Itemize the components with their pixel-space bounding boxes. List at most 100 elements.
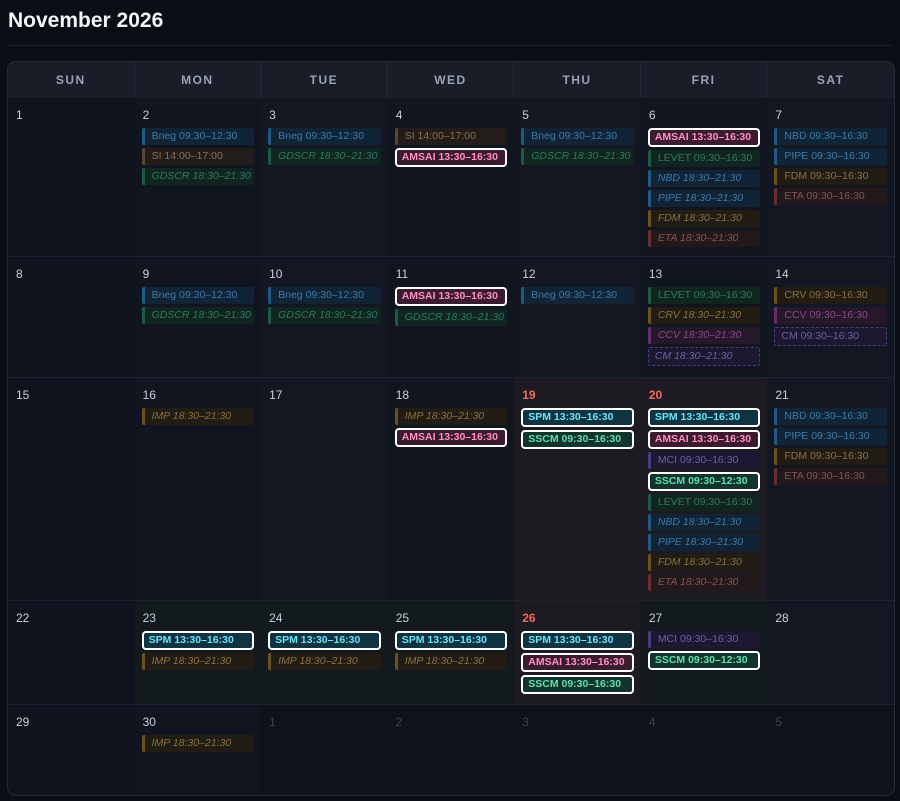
- event-chip[interactable]: PIPE 09:30–16:30: [774, 148, 887, 165]
- event-chip[interactable]: MCI 09:30–16:30: [647, 452, 761, 469]
- day-cell[interactable]: 11 AMSAI 13:30–16:30 GDSCR 18:30–21:30: [387, 257, 515, 377]
- day-cell[interactable]: 8: [8, 257, 135, 377]
- day-cell[interactable]: 7 NBD 09:30–16:30 PIPE 09:30–16:30 FDM 09:3…: [767, 98, 894, 256]
- day-cell[interactable]: 9 Bneg 09:30–12:30 GDSCR 18:30–21:30: [134, 257, 262, 377]
- day-cell[interactable]: 13 LEVET 09:30–16:30 CRV 18:30–21:30 CCV 18…: [640, 257, 768, 377]
- event-chip[interactable]: CCV 18:30–21:30: [647, 327, 761, 344]
- event-chip[interactable]: GDSCR 18:30–21:30: [141, 307, 255, 324]
- event-chip[interactable]: MCI 09:30–16:30: [647, 631, 761, 648]
- day-cell[interactable]: 30 IMP 18:30–21:30: [134, 705, 262, 795]
- day-cell[interactable]: 24 SPM 13:30–16:30 IMP 18:30–21:30: [261, 601, 388, 704]
- event-chip[interactable]: NBD 18:30–21:30: [647, 514, 761, 531]
- day-cell[interactable]: 21 NBD 09:30–16:30 PIPE 09:30–16:30 FDM 09:…: [767, 378, 894, 600]
- day-cell[interactable]: 20 SPM 13:30–16:30 AMSAI 13:30–16:30 MCI 09…: [640, 378, 768, 600]
- day-cell[interactable]: 25 SPM 13:30–16:30 IMP 18:30–21:30: [387, 601, 515, 704]
- event-chip[interactable]: LEVET 09:30–16:30: [647, 150, 761, 167]
- event-chip[interactable]: SI 14:00–17:00: [141, 148, 255, 165]
- day-cell[interactable]: 10 Bneg 09:30–12:30 GDSCR 18:30–21:30: [261, 257, 388, 377]
- event-chip[interactable]: SPM 13:30–16:30: [141, 631, 255, 650]
- event-chip[interactable]: SPM 13:30–16:30: [521, 408, 634, 427]
- day-cell[interactable]: 5 Bneg 09:30–12:30 GDSCR 18:30–21:30: [514, 98, 641, 256]
- event-chip[interactable]: Bneg 09:30–12:30: [268, 287, 381, 304]
- day-cell[interactable]: 28: [767, 601, 894, 704]
- event-chip[interactable]: GDSCR 18:30–21:30: [394, 309, 508, 326]
- event-chip[interactable]: GDSCR 18:30–21:30: [268, 307, 381, 324]
- event-chip[interactable]: SI 14:00–17:00: [394, 128, 508, 145]
- event-chip[interactable]: FDM 09:30–16:30: [774, 168, 887, 185]
- day-cell[interactable]: 22: [8, 601, 135, 704]
- day-cell[interactable]: 1: [8, 98, 135, 256]
- event-chip[interactable]: ETA 09:30–16:30: [774, 468, 887, 485]
- day-cell[interactable]: 5: [767, 705, 894, 795]
- event-chip[interactable]: FDM 18:30–21:30: [647, 210, 761, 227]
- event-chip[interactable]: AMSAI 13:30–16:30: [521, 653, 634, 672]
- event-chip[interactable]: ETA 18:30–21:30: [647, 574, 761, 591]
- event-chip[interactable]: IMP 18:30–21:30: [394, 653, 508, 670]
- event-chip[interactable]: CM 18:30–21:30: [647, 347, 761, 366]
- day-cell[interactable]: 17: [261, 378, 388, 600]
- day-cell[interactable]: 27 MCI 09:30–16:30 SSCM 09:30–12:30: [640, 601, 768, 704]
- event-chip[interactable]: SPM 13:30–16:30: [521, 631, 634, 650]
- event-chip[interactable]: SSCM 09:30–12:30: [647, 472, 761, 491]
- event-chip[interactable]: AMSAI 13:30–16:30: [647, 430, 761, 449]
- event-chip[interactable]: Bneg 09:30–12:30: [141, 128, 255, 145]
- event-chip[interactable]: AMSAI 13:30–16:30: [647, 128, 761, 147]
- event-chip[interactable]: AMSAI 13:30–16:30: [394, 287, 508, 306]
- day-cell[interactable]: 15: [8, 378, 135, 600]
- day-cell[interactable]: 19 SPM 13:30–16:30 SSCM 09:30–16:30: [514, 378, 641, 600]
- day-cell[interactable]: 4: [640, 705, 768, 795]
- day-cell[interactable]: 6 AMSAI 13:30–16:30 LEVET 09:30–16:30 NBD 1…: [640, 98, 768, 256]
- event-chip[interactable]: SPM 13:30–16:30: [647, 408, 761, 427]
- event-chip[interactable]: IMP 18:30–21:30: [141, 408, 255, 425]
- event-chip[interactable]: IMP 18:30–21:30: [141, 653, 255, 670]
- event-chip[interactable]: CCV 09:30–16:30: [774, 307, 887, 324]
- event-chip[interactable]: SPM 13:30–16:30: [394, 631, 508, 650]
- day-cell[interactable]: 26 SPM 13:30–16:30 AMSAI 13:30–16:30 SSCM 0…: [514, 601, 641, 704]
- day-cell[interactable]: 3 Bneg 09:30–12:30 GDSCR 18:30–21:30: [261, 98, 388, 256]
- event-chip[interactable]: CRV 18:30–21:30: [647, 307, 761, 324]
- event-chip[interactable]: FDM 18:30–21:30: [647, 554, 761, 571]
- event-chip[interactable]: IMP 18:30–21:30: [394, 408, 508, 425]
- event-chip[interactable]: SSCM 09:30–12:30: [647, 651, 761, 670]
- day-cell[interactable]: 29: [8, 705, 135, 795]
- event-chip[interactable]: NBD 18:30–21:30: [647, 170, 761, 187]
- event-chip[interactable]: ETA 09:30–16:30: [774, 188, 887, 205]
- event-chip[interactable]: Bneg 09:30–12:30: [141, 287, 255, 304]
- event-chip[interactable]: NBD 09:30–16:30: [774, 408, 887, 425]
- day-cell[interactable]: 16 IMP 18:30–21:30: [134, 378, 262, 600]
- event-chip[interactable]: ETA 18:30–21:30: [647, 230, 761, 247]
- day-cell[interactable]: 23 SPM 13:30–16:30 IMP 18:30–21:30: [134, 601, 262, 704]
- event-chip[interactable]: IMP 18:30–21:30: [141, 735, 255, 752]
- event-chip[interactable]: GDSCR 18:30–21:30: [521, 148, 634, 165]
- event-chip[interactable]: Bneg 09:30–12:30: [521, 128, 634, 145]
- event-chip[interactable]: NBD 09:30–16:30: [774, 128, 887, 145]
- event-chip[interactable]: FDM 09:30–16:30: [774, 448, 887, 465]
- day-cell[interactable]: 18 IMP 18:30–21:30 AMSAI 13:30–16:30: [387, 378, 515, 600]
- day-cell[interactable]: 2 Bneg 09:30–12:30 SI 14:00–17:00 GDSCR 18:…: [134, 98, 262, 256]
- day-cell[interactable]: 12 Bneg 09:30–12:30: [514, 257, 641, 377]
- event-chip[interactable]: PIPE 18:30–21:30: [647, 190, 761, 207]
- day-number: 4: [395, 108, 403, 122]
- day-cell[interactable]: 2: [387, 705, 515, 795]
- event-chip[interactable]: AMSAI 13:30–16:30: [394, 428, 508, 447]
- event-chip[interactable]: CM 09:30–16:30: [774, 327, 887, 346]
- day-cell[interactable]: 1: [261, 705, 388, 795]
- day-cell[interactable]: 4 SI 14:00–17:00 AMSAI 13:30–16:30: [387, 98, 515, 256]
- day-cell[interactable]: 3: [514, 705, 641, 795]
- event-chip[interactable]: SSCM 09:30–16:30: [521, 430, 634, 449]
- event-chip[interactable]: GDSCR 18:30–21:30: [268, 148, 381, 165]
- event-chip[interactable]: IMP 18:30–21:30: [268, 653, 381, 670]
- day-cell[interactable]: 14 CRV 09:30–16:30 CCV 09:30–16:30 CM 09:30…: [767, 257, 894, 377]
- event-chip[interactable]: SPM 13:30–16:30: [268, 631, 381, 650]
- event-chip[interactable]: LEVET 09:30–16:30: [647, 287, 761, 304]
- event-chip[interactable]: PIPE 09:30–16:30: [774, 428, 887, 445]
- event-chip[interactable]: AMSAI 13:30–16:30: [394, 148, 508, 167]
- event-chip[interactable]: LEVET 09:30–16:30: [647, 494, 761, 511]
- event-chip[interactable]: PIPE 18:30–21:30: [647, 534, 761, 551]
- event-chip[interactable]: Bneg 09:30–12:30: [268, 128, 381, 145]
- event-chip[interactable]: SSCM 09:30–16:30: [521, 675, 634, 694]
- weekday-header-wed: WED: [388, 62, 515, 98]
- event-chip[interactable]: GDSCR 18:30–21:30: [141, 168, 255, 185]
- event-chip[interactable]: Bneg 09:30–12:30: [521, 287, 634, 304]
- event-chip[interactable]: CRV 09:30–16:30: [774, 287, 887, 304]
